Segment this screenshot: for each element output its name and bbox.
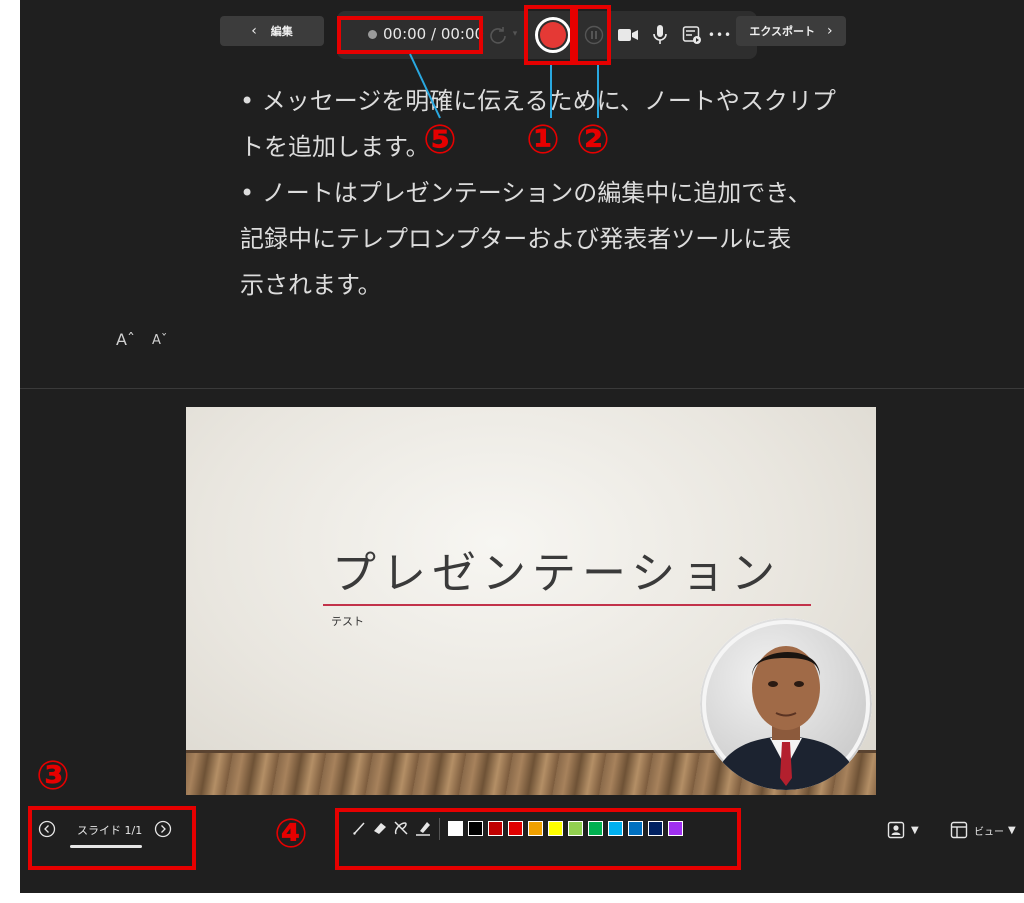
annotation-badge-5: ⑤: [423, 117, 457, 163]
annotation-badge-2: ②: [576, 117, 610, 163]
annotation-leader-lines: [409, 53, 599, 119]
annotation-badge-1: ①: [526, 117, 560, 163]
annotation-badge-4: ④: [274, 811, 308, 857]
annotation-badge-3: ③: [36, 753, 70, 799]
